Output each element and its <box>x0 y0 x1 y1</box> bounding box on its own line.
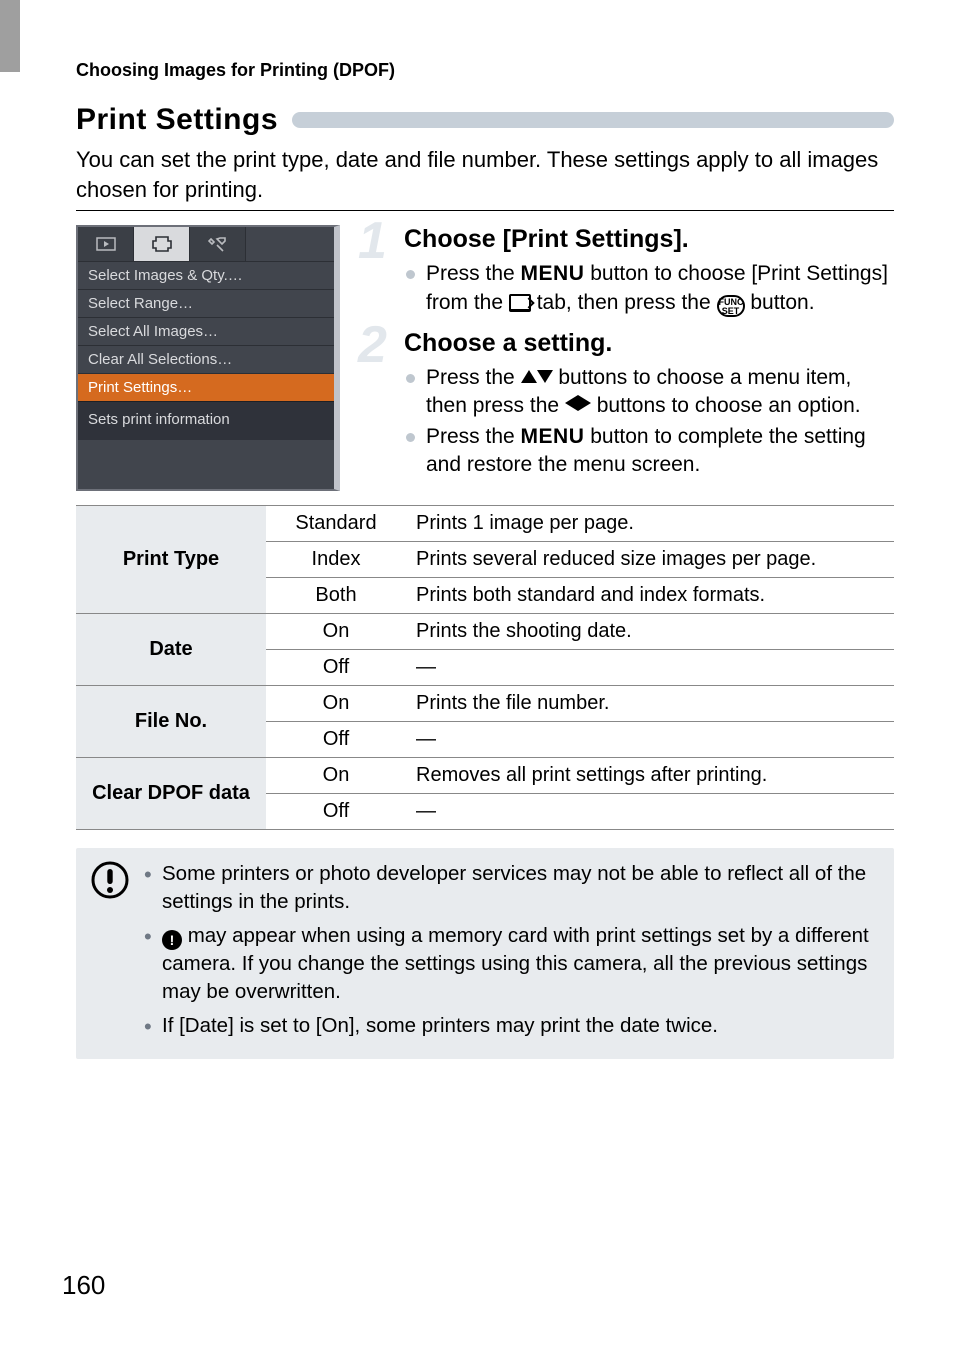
option-cell: On <box>266 758 406 794</box>
step-bullet: Press the MENU button to choose [Print S… <box>404 260 894 317</box>
page-title: Print Settings <box>76 103 278 137</box>
desc-cell: — <box>406 794 894 830</box>
note-item: ! may appear when using a memory card wi… <box>144 922 880 1006</box>
desc-cell: Prints several reduced size images per p… <box>406 542 894 578</box>
menu-item: Select Images & Qty.… <box>78 261 334 289</box>
table-row: Date On Prints the shooting date. <box>76 614 894 650</box>
desc-cell: Prints both standard and index formats. <box>406 578 894 614</box>
row-header: Clear DPOF data <box>76 758 266 830</box>
note-item: Some printers or photo developer service… <box>144 860 880 915</box>
table-row: Clear DPOF data On Removes all print set… <box>76 758 894 794</box>
desc-cell: — <box>406 722 894 758</box>
menu-item: Clear All Selections… <box>78 345 334 373</box>
row-header: Date <box>76 614 266 686</box>
option-cell: Off <box>266 722 406 758</box>
note-item: If [Date] is set to [On], some printers … <box>144 1012 880 1040</box>
down-arrow-icon <box>537 370 553 383</box>
func-set-icon: FUNCSET <box>717 295 745 317</box>
menu-item-selected: Print Settings… <box>78 373 334 401</box>
settings-table: Print Type Standard Prints 1 image per p… <box>76 505 894 830</box>
menu-tab-tools <box>190 227 246 261</box>
row-header: File No. <box>76 686 266 758</box>
step-bullet: Press the buttons to choose a menu item,… <box>404 364 894 421</box>
desc-cell: Prints the file number. <box>406 686 894 722</box>
caution-icon <box>90 860 130 1045</box>
page-number: 160 <box>62 1270 105 1301</box>
step-number: 1 <box>358 215 387 267</box>
option-cell: Off <box>266 794 406 830</box>
step-1: 1 Choose [Print Settings]. Press the MEN… <box>360 225 894 317</box>
title-bar <box>292 112 894 128</box>
left-arrow-icon <box>565 395 578 411</box>
menu-tabs <box>78 227 334 261</box>
caution-list: Some printers or photo developer service… <box>144 860 880 1045</box>
desc-cell: Removes all print settings after printin… <box>406 758 894 794</box>
option-cell: On <box>266 686 406 722</box>
menu-item: Select All Images… <box>78 317 334 345</box>
breadcrumb: Choosing Images for Printing (DPOF) <box>76 60 894 81</box>
menu-item: Select Range… <box>78 289 334 317</box>
caution-box: Some printers or photo developer service… <box>76 848 894 1059</box>
bang-icon: ! <box>162 930 182 950</box>
menu-tab-print <box>134 227 190 261</box>
menu-label-icon: MENU <box>521 425 585 448</box>
desc-cell: — <box>406 650 894 686</box>
menu-label-icon: MENU <box>521 262 585 285</box>
step-number: 2 <box>358 319 387 371</box>
desc-cell: Prints the shooting date. <box>406 614 894 650</box>
option-cell: Standard <box>266 506 406 542</box>
step-2: 2 Choose a setting. Press the buttons to… <box>360 329 894 479</box>
print-tab-icon <box>509 294 531 312</box>
menu-list: Select Images & Qty.… Select Range… Sele… <box>78 261 334 401</box>
option-cell: On <box>266 614 406 650</box>
option-cell: Off <box>266 650 406 686</box>
option-cell: Both <box>266 578 406 614</box>
table-row: File No. On Prints the file number. <box>76 686 894 722</box>
row-header: Print Type <box>76 506 266 614</box>
step-title: Choose [Print Settings]. <box>404 225 894 254</box>
right-arrow-icon <box>578 395 591 411</box>
side-tab <box>0 0 20 72</box>
desc-cell: Prints 1 image per page. <box>406 506 894 542</box>
camera-menu-screenshot: Select Images & Qty.… Select Range… Sele… <box>76 225 340 491</box>
step-bullet: Press the MENU button to complete the se… <box>404 423 894 480</box>
intro-text: You can set the print type, date and fil… <box>76 145 894 204</box>
note-text: may appear when using a memory card with… <box>162 924 869 1003</box>
menu-footer: Sets print information <box>78 401 334 440</box>
step-title: Choose a setting. <box>404 329 894 358</box>
table-row: Print Type Standard Prints 1 image per p… <box>76 506 894 542</box>
menu-tab-play <box>78 227 134 261</box>
divider <box>76 210 894 211</box>
option-cell: Index <box>266 542 406 578</box>
up-arrow-icon <box>521 370 537 383</box>
